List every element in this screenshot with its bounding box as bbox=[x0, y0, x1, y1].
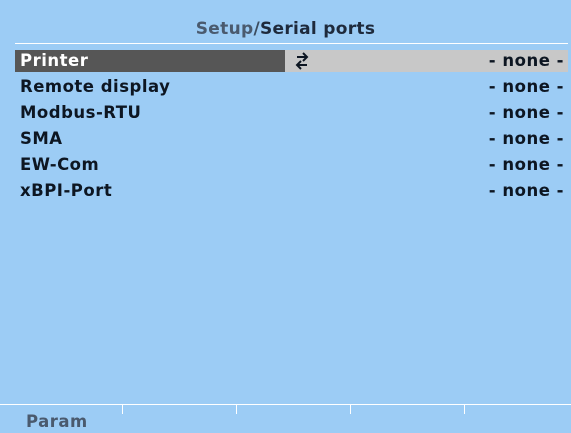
port-name: xBPI-Port bbox=[20, 181, 113, 200]
port-value: - none - bbox=[488, 77, 564, 96]
port-value: - none - bbox=[488, 129, 564, 148]
port-name: Printer bbox=[20, 51, 89, 70]
softkey-divider bbox=[122, 405, 123, 414]
softkey-4[interactable] bbox=[350, 405, 464, 433]
serial-ports-screen: Setup/Serial ports Printer - none - Remo… bbox=[0, 0, 571, 432]
port-name: SMA bbox=[20, 129, 63, 148]
port-value: - none - bbox=[488, 181, 564, 200]
port-value: - none - bbox=[488, 103, 564, 122]
softkey-bar: Param bbox=[0, 404, 571, 433]
softkey-2[interactable] bbox=[122, 405, 236, 433]
port-name: EW-Com bbox=[20, 155, 100, 174]
softkey-5[interactable] bbox=[464, 405, 571, 433]
port-row-ew-com[interactable]: EW-Com - none - bbox=[15, 154, 568, 176]
softkey-divider bbox=[236, 405, 237, 414]
port-row-modbus-rtu[interactable]: Modbus-RTU - none - bbox=[15, 102, 568, 124]
softkey-label: Param bbox=[26, 412, 88, 431]
swap-arrows-icon bbox=[295, 52, 309, 70]
port-row-sma[interactable]: SMA - none - bbox=[15, 128, 568, 150]
port-row-remote-display[interactable]: Remote display - none - bbox=[15, 76, 568, 98]
page-title: Setup/Serial ports bbox=[0, 18, 571, 40]
port-value: - none - bbox=[488, 155, 564, 174]
title-page: Serial ports bbox=[259, 19, 376, 39]
title-divider bbox=[15, 43, 568, 44]
port-name: Remote display bbox=[20, 77, 171, 96]
serial-port-list: Printer - none - Remote display - none -… bbox=[15, 50, 568, 206]
port-name: Modbus-RTU bbox=[20, 103, 142, 122]
port-value: - none - bbox=[488, 51, 564, 70]
softkey-param[interactable]: Param bbox=[0, 405, 122, 433]
softkey-3[interactable] bbox=[236, 405, 350, 433]
port-row-xbpi-port[interactable]: xBPI-Port - none - bbox=[15, 180, 568, 202]
title-path: Setup bbox=[195, 19, 254, 39]
softkey-divider bbox=[350, 405, 351, 414]
port-row-printer[interactable]: Printer - none - bbox=[15, 50, 568, 72]
softkey-divider bbox=[464, 405, 465, 414]
